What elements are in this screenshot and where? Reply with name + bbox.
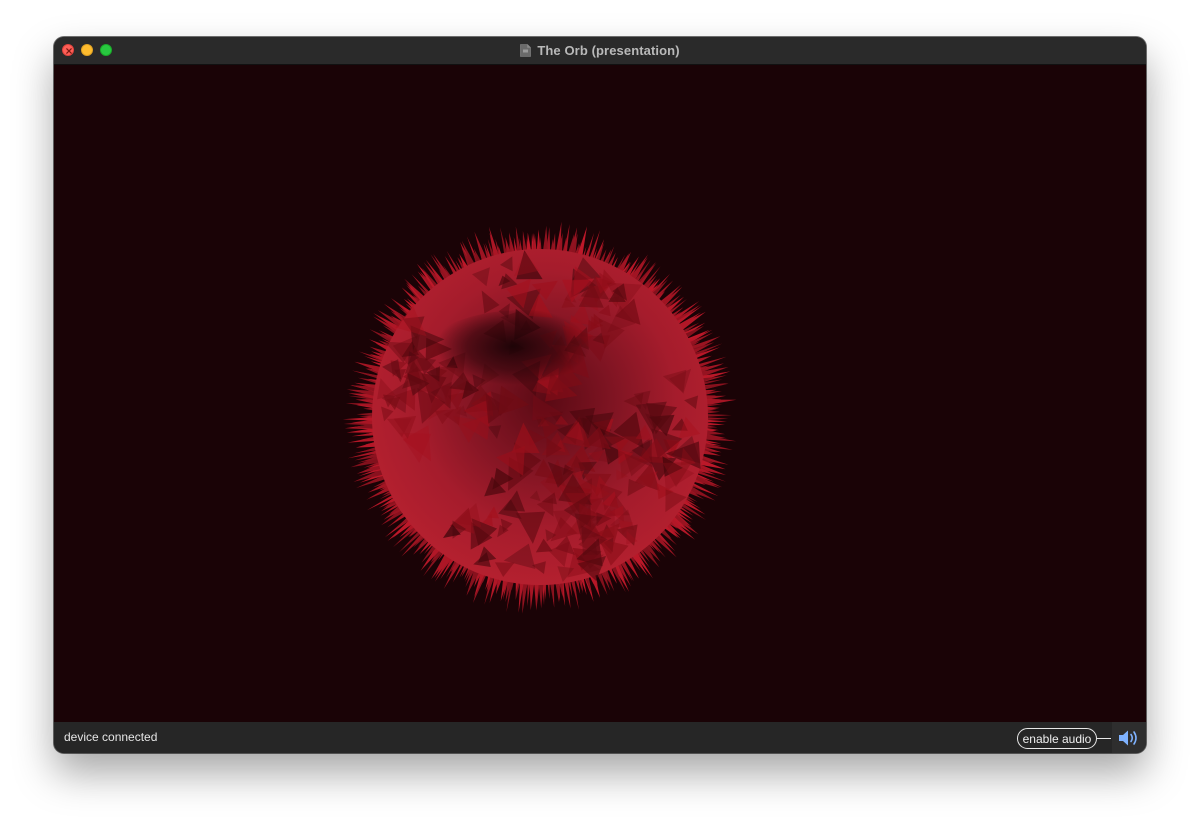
- status-bar: device connected enable audio: [54, 722, 1146, 753]
- document-icon: [520, 44, 532, 57]
- visualization-canvas[interactable]: [54, 65, 1146, 722]
- audio-connector-line: [1097, 738, 1111, 739]
- device-status: device connected: [64, 730, 158, 744]
- speaker-icon: [1119, 730, 1137, 746]
- title-container: The Orb (presentation): [54, 37, 1146, 64]
- orb-visual: [342, 221, 737, 614]
- speaker-toggle[interactable]: [1112, 722, 1146, 753]
- enable-audio-button[interactable]: enable audio: [1017, 728, 1097, 749]
- app-window: The Orb (presentation) device connected …: [54, 37, 1146, 753]
- window-title: The Orb (presentation): [537, 43, 680, 58]
- orb-shadow-region: [414, 310, 634, 420]
- title-bar[interactable]: The Orb (presentation): [54, 37, 1146, 65]
